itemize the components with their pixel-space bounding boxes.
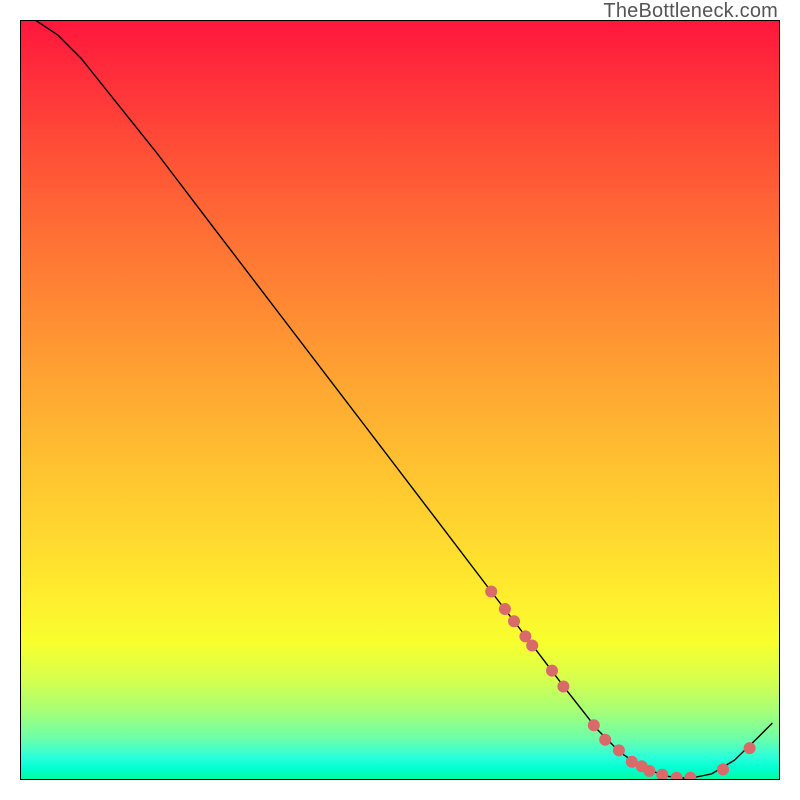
data-point [485, 586, 497, 598]
data-point [546, 665, 558, 677]
data-point [526, 640, 538, 652]
data-point [717, 763, 729, 775]
chart-container: TheBottleneck.com [0, 0, 800, 800]
data-point [684, 772, 696, 780]
data-point [499, 603, 511, 615]
data-point [656, 769, 668, 780]
data-point [508, 615, 520, 627]
data-points [485, 586, 755, 781]
plot-area [20, 20, 780, 780]
data-point [671, 772, 683, 780]
bottleneck-curve [35, 20, 772, 779]
data-point [599, 734, 611, 746]
data-point [588, 719, 600, 731]
curve-path [35, 20, 772, 779]
data-point [557, 681, 569, 693]
chart-overlay-svg [20, 20, 780, 780]
data-point [643, 765, 655, 777]
data-point [744, 742, 756, 754]
data-point [613, 744, 625, 756]
